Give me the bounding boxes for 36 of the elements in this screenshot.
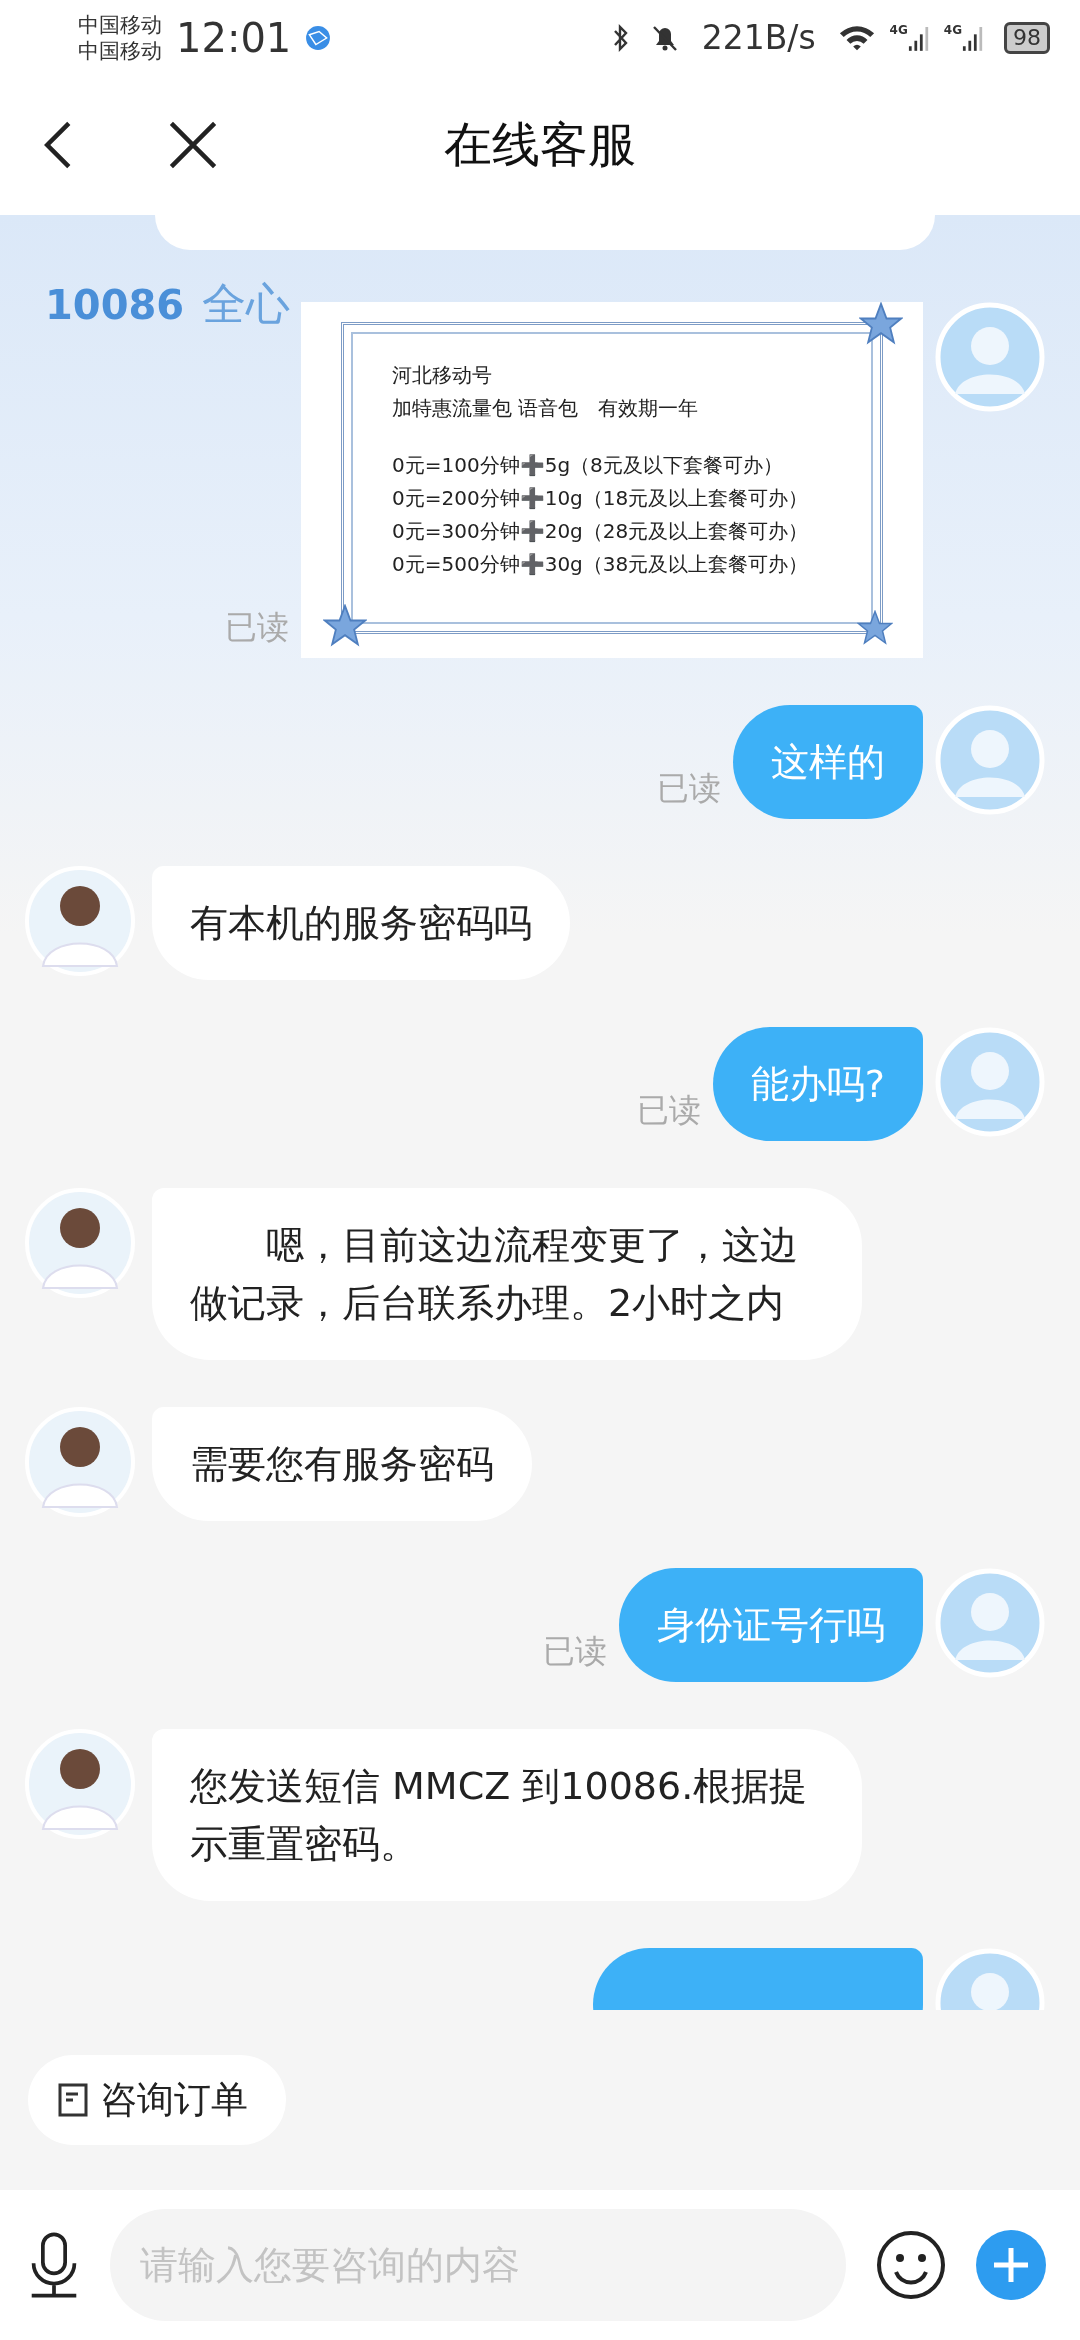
star-icon	[323, 604, 367, 648]
document-icon	[58, 2082, 88, 2118]
page-title: 在线客服	[444, 115, 636, 174]
image-text: 0元=300分钟➕20g（28元及以上套餐可办）	[392, 518, 810, 545]
globe-icon	[305, 24, 332, 51]
banner-logo: 10086	[45, 281, 185, 328]
message-bubble: 身份证号行吗	[619, 1568, 923, 1682]
read-status: 已读	[636, 1090, 701, 1131]
read-status: 已读	[543, 1631, 607, 1672]
message-bubble: 需要您有服务密码	[152, 1407, 532, 1521]
network-speed: 221B/s	[701, 18, 816, 57]
read-status: 已读	[225, 607, 289, 648]
image-text: 0元=500分钟➕30g（38元及以上套餐可办）	[392, 551, 810, 578]
message-bubble: 有本机的服务密码吗	[152, 866, 570, 980]
read-status: 已读	[657, 768, 721, 809]
message-bubble: 这样的	[733, 705, 923, 819]
message-bubble: 您发送短信 MMCZ 到10086.根据提示重置密码。	[152, 1729, 862, 1901]
carrier-name: 中国移动	[78, 37, 162, 64]
carrier-name: 中国移动	[78, 11, 162, 38]
battery-indicator: 98	[1004, 21, 1050, 54]
image-message[interactable]: 河北移动号 加特惠流量包 语音包 有效期一年 0元=100分钟➕5g（8元及以下套餐可办） 0元=200分钟➕10g（18元及以上套餐可办） 0元=300分钟➕20g（28元及以上套餐可办） 0元=500分钟➕30g（38元及以上套餐可办）	[301, 302, 923, 658]
message-bubble: 能办吗?	[712, 1027, 923, 1141]
image-text: 0元=100分钟➕5g（8元及以下套餐可办）	[392, 452, 784, 479]
emoji-icon[interactable]	[876, 2230, 946, 2300]
clock-time: 12:01	[176, 14, 292, 61]
image-text: 加特惠流量包 语音包 有效期一年	[392, 395, 700, 422]
image-text: 0元=200分钟➕10g（18元及以上套餐可办）	[392, 485, 810, 512]
add-icon[interactable]	[976, 2230, 1046, 2300]
message-bubble: 嗯，目前这边流程变更了，这边做记录，后台联系办理。2小时之内	[152, 1188, 862, 1360]
banner-slogan: 全心	[202, 277, 291, 331]
network-type: 4G	[889, 22, 908, 37]
order-inquiry-button[interactable]: 咨询订单	[28, 2055, 286, 2145]
image-text: 河北移动号	[392, 362, 493, 389]
star-icon	[859, 302, 903, 346]
star-icon	[857, 610, 893, 646]
network-type: 4G	[943, 22, 962, 37]
